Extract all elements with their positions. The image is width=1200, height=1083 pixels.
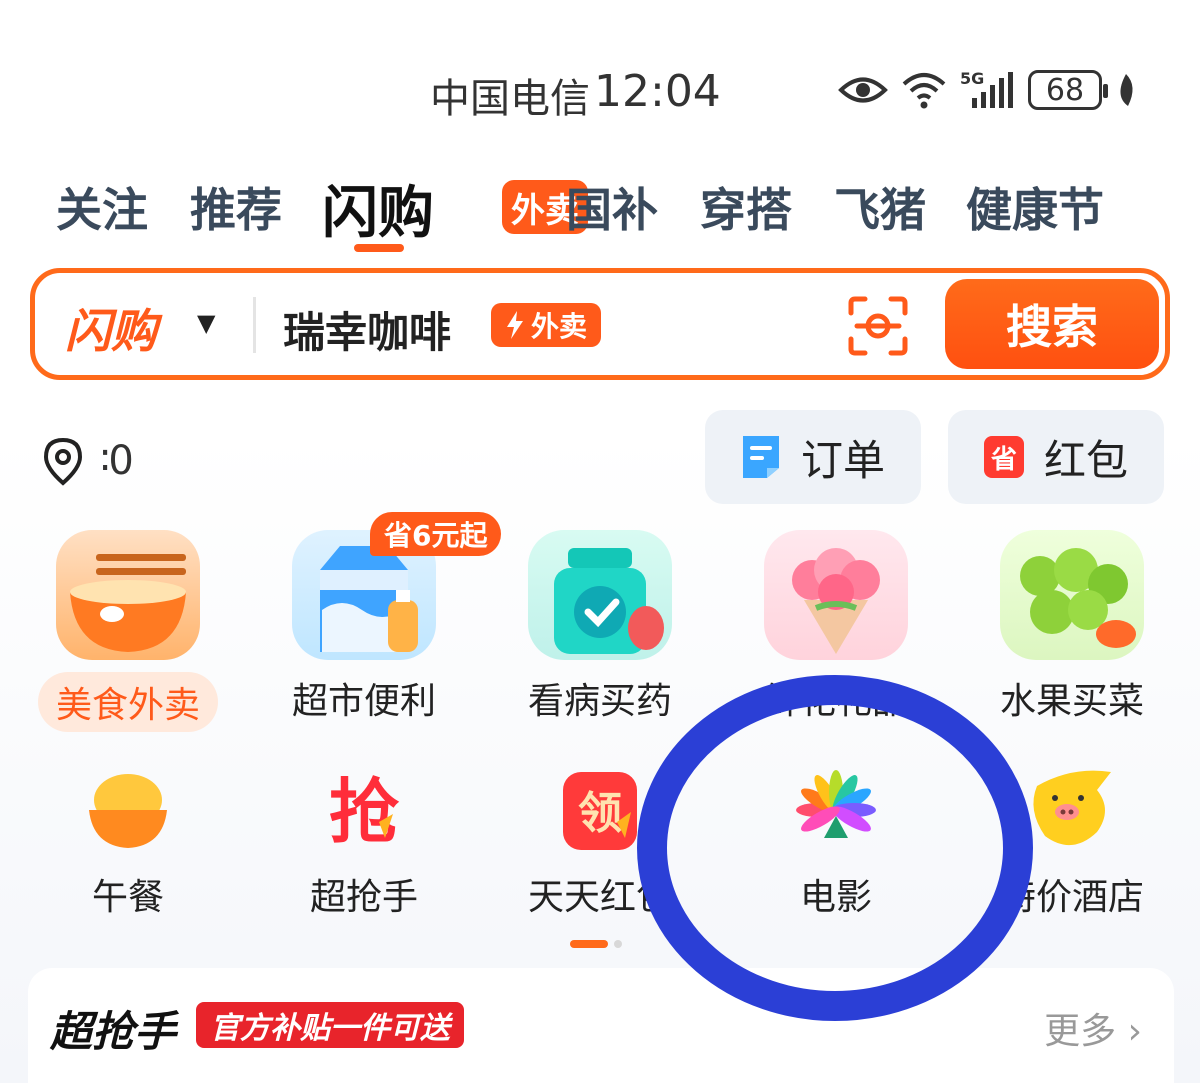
promo-tag: 官方补贴一件可送 [196, 1002, 464, 1048]
orders-label: 订单 [801, 435, 886, 485]
category-hot-grab[interactable]: 抢 超抢手 [264, 766, 464, 920]
active-tab-indicator [354, 244, 404, 252]
wifi-icon [902, 73, 946, 109]
category-label: 看病买药 [527, 681, 672, 722]
tab-health-festival[interactable]: 健康节 [966, 174, 1104, 240]
page-indicator [570, 940, 622, 948]
order-doc-icon [743, 436, 779, 478]
tab-flash-buy[interactable]: 闪购 [322, 170, 434, 249]
scan-icon[interactable] [847, 295, 909, 357]
status-bar: 中国电信 12:04 5G 68 [0, 60, 1200, 122]
category-supermarket[interactable]: 省6元起 超市便利 [264, 512, 502, 724]
channel-tabs: 关注 推荐 闪购 外卖 国补 穿搭 飞猪 健康节 [56, 170, 1200, 250]
chevron-down-icon[interactable]: ▼ [197, 309, 215, 337]
tab-outfit[interactable]: 穿搭 [700, 174, 792, 240]
svg-text:抢: 抢 [329, 771, 400, 853]
svg-text:领: 领 [578, 788, 622, 839]
red-packet-label: 红包 [1044, 435, 1129, 485]
discount-tag: 省6元起 [370, 512, 502, 556]
category-label: 特价酒店 [999, 877, 1144, 918]
search-takeout-badge: 外卖 [491, 303, 602, 347]
carrier-name: 中国电信 [430, 76, 590, 122]
search-input[interactable]: 瑞幸咖啡 [283, 299, 451, 360]
category-fruit-vegetables[interactable]: 水果买菜 [972, 530, 1172, 724]
red-packet-button[interactable]: 省 红包 [948, 410, 1164, 504]
location-pin-icon[interactable] [38, 436, 88, 486]
search-button[interactable]: 搜索 [945, 279, 1159, 369]
category-food-delivery[interactable]: 美食外卖 [28, 530, 228, 732]
eye-icon [838, 77, 888, 103]
status-icons: 5G 68 [838, 68, 1138, 112]
lightning-icon [507, 311, 523, 339]
page-dot-active [570, 940, 608, 948]
search-takeout-label: 外卖 [531, 310, 588, 343]
category-label: 美食外卖 [37, 672, 218, 732]
category-label: 天天红包 [527, 877, 672, 918]
category-pharmacy[interactable]: 看病买药 [500, 530, 700, 724]
category-movie[interactable]: 电影 [736, 766, 936, 920]
category-lunch[interactable]: 午餐 [28, 766, 228, 920]
rice-bowl-icon [89, 774, 167, 848]
tab-fliggy[interactable]: 飞猪 [834, 174, 926, 240]
category-label: 电影 [799, 877, 872, 918]
clock: 12:04 [594, 66, 721, 117]
milk-carton-icon: 省6元起 [292, 512, 502, 660]
more-link[interactable]: 更多 › [1044, 1002, 1142, 1054]
category-label: 水果买菜 [999, 681, 1144, 722]
category-label: 超市便利 [291, 681, 436, 722]
battery-icon: 68 [1028, 70, 1108, 110]
battery-level: 68 [1045, 72, 1085, 108]
red-packet-icon: 省 [984, 436, 1024, 478]
location-address[interactable]: ∶0 [100, 438, 134, 484]
leaf-icon [1120, 74, 1133, 106]
svg-text:省: 省 [990, 445, 1017, 475]
svg-text:5G: 5G [960, 70, 984, 88]
page-dot [614, 940, 622, 948]
pig-icon [1033, 770, 1111, 846]
category-label: 鲜花礼品 [763, 681, 908, 722]
5g-signal-icon: 5G [960, 70, 1013, 108]
grapes-icon [1000, 530, 1144, 660]
movie-flower-icon [796, 770, 876, 838]
category-label: 超抢手 [309, 877, 418, 918]
category-label: 午餐 [91, 877, 164, 918]
flower-bouquet-icon [764, 530, 908, 660]
medicine-bottle-icon [528, 530, 672, 660]
orders-button[interactable]: 订单 [705, 410, 921, 504]
category-discount-hotel[interactable]: 特价酒店 [972, 766, 1172, 920]
category-daily-red-packet[interactable]: 领 天天红包 [500, 766, 700, 920]
flash-buy-logo[interactable]: 闪购 [65, 295, 157, 361]
collect-icon: 领 [563, 772, 637, 850]
category-flowers-gifts[interactable]: 鲜花礼品 [736, 530, 936, 724]
hot-grab-card: 超抢手 官方补贴一件可送 更多 › [28, 968, 1174, 1083]
grab-icon: 抢 [329, 771, 400, 853]
search-bar[interactable]: 闪购 ▼ 瑞幸咖啡 外卖 搜索 [30, 268, 1170, 380]
tab-follow[interactable]: 关注 [56, 174, 148, 240]
tab-subsidy[interactable]: 国补 [566, 174, 658, 240]
tab-recommend[interactable]: 推荐 [190, 174, 282, 240]
noodle-bowl-icon [56, 530, 200, 660]
search-divider [253, 297, 256, 353]
promo-title: 超抢手 [50, 1007, 177, 1056]
